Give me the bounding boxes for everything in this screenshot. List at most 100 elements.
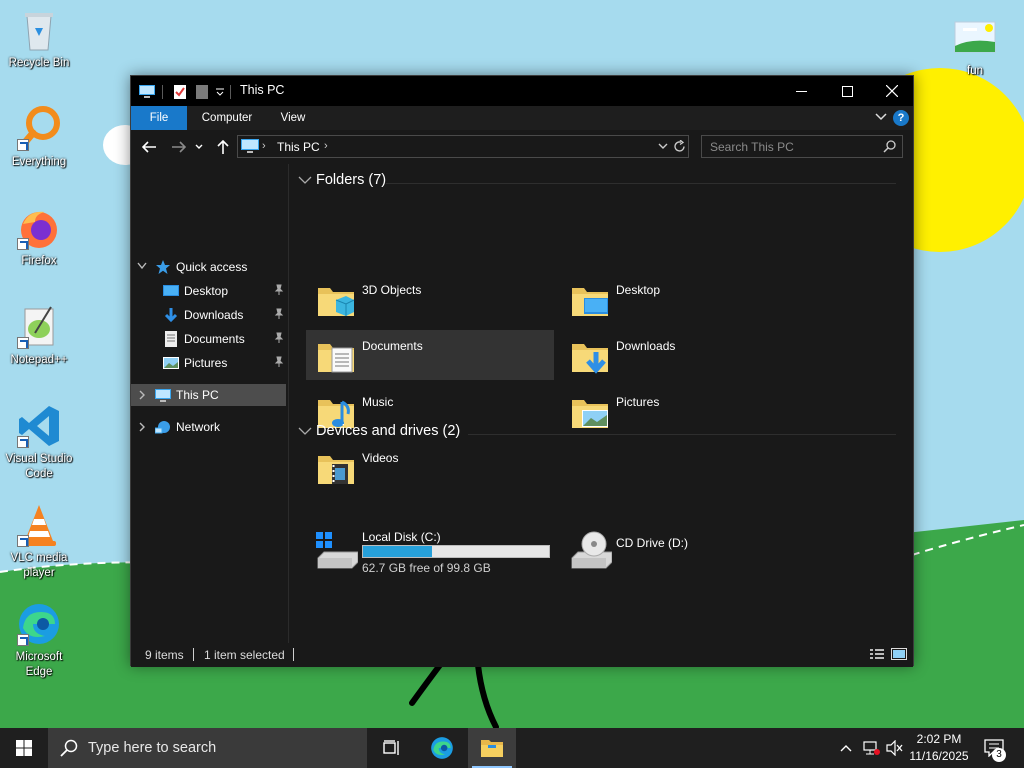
nav-quick-access[interactable]: Quick access [131, 256, 286, 278]
desktop-icon-vscode[interactable]: Visual Studio Code [1, 402, 77, 482]
breadcrumb-this-pc[interactable]: This PC [277, 140, 320, 154]
folder-3d-objects[interactable]: 3D Objects [306, 274, 554, 324]
chevron-right-icon[interactable] [138, 422, 146, 432]
edge-icon [431, 737, 453, 759]
folder-label: Desktop [616, 283, 661, 297]
star-icon [156, 260, 170, 274]
network-tray-button[interactable] [860, 728, 882, 768]
taskbar-file-explorer-button[interactable] [468, 728, 516, 768]
windows-drive-icon [316, 532, 358, 569]
desktop-icon-everything[interactable]: Everything [1, 105, 77, 170]
nav-pictures[interactable]: Pictures [131, 352, 286, 374]
new-folder-icon[interactable] [195, 84, 209, 100]
drive-local-disk-c[interactable]: Local Disk (C:) 62.7 GB free of 99.8 GB [306, 524, 554, 575]
vscode-icon [15, 402, 63, 450]
up-button[interactable] [213, 137, 233, 157]
status-separator [293, 648, 294, 661]
minimize-button[interactable] [778, 76, 824, 106]
desktop-icon-fun[interactable]: fun [937, 14, 1013, 79]
nav-network[interactable]: Network [131, 416, 286, 438]
folder-label: 3D Objects [362, 283, 422, 297]
folder-label: Downloads [616, 339, 676, 353]
chevron-down-icon [875, 113, 887, 121]
start-button[interactable] [0, 728, 48, 768]
folder-desktop[interactable]: Desktop [560, 274, 808, 324]
this-pc-icon [139, 85, 155, 98]
this-pc-icon [241, 139, 259, 153]
everything-search-icon [15, 105, 63, 153]
desktop-icon-edge[interactable]: Microsoft Edge [1, 600, 77, 680]
edge-icon [15, 600, 63, 648]
recent-locations-button[interactable] [193, 137, 205, 157]
chevron-right-icon[interactable] [138, 390, 146, 400]
documents-folder-icon [318, 344, 354, 373]
status-selection: 1 item selected [204, 648, 285, 662]
folder-label: Documents [362, 339, 423, 353]
nav-label: This PC [176, 388, 219, 402]
nav-downloads[interactable]: Downloads [131, 304, 286, 326]
search-input[interactable] [702, 136, 877, 157]
system-clock[interactable]: 2:02 PM 11/16/2025 [904, 731, 974, 765]
pin-icon [274, 308, 284, 319]
nav-label: Quick access [176, 260, 248, 274]
desktop-icon-recycle-bin[interactable]: Recycle Bin [1, 6, 77, 71]
desktop-icon-label: Visual Studio Code [5, 453, 73, 480]
desktop-icon-vlc[interactable]: VLC media player [1, 501, 77, 581]
disk-usage-bar [362, 545, 550, 558]
search-icon [883, 140, 896, 153]
breadcrumb-separator-icon[interactable]: › [262, 140, 266, 152]
drive-label: CD Drive (D:) [616, 536, 688, 550]
breadcrumb-separator-icon[interactable]: › [324, 140, 328, 152]
back-button[interactable] [139, 137, 159, 157]
drive-cd-d[interactable]: CD Drive (D:) [560, 524, 808, 574]
show-hidden-icons-button[interactable] [836, 728, 856, 768]
help-icon[interactable]: ? [893, 110, 909, 126]
close-icon [886, 85, 898, 97]
taskbar-edge-button[interactable] [418, 728, 466, 768]
tab-file[interactable]: File [131, 106, 187, 130]
folder-documents[interactable]: Documents [306, 330, 554, 380]
group-header-devices[interactable]: Devices and drives (2) [298, 423, 460, 439]
image-file-icon [951, 14, 999, 62]
up-arrow-icon [217, 140, 229, 154]
window-title: This PC [240, 83, 285, 97]
tab-computer[interactable]: Computer [193, 106, 261, 130]
group-divider [386, 183, 896, 184]
toolbar-separator [230, 85, 231, 99]
desktop-icon-label: Everything [11, 156, 67, 168]
tab-view[interactable]: View [271, 106, 315, 130]
folder-pictures[interactable]: Pictures [560, 386, 808, 436]
taskbar-search-box[interactable]: Type here to search [48, 728, 367, 768]
desktop-icon-label: Firefox [21, 255, 57, 267]
details-view-icon[interactable] [869, 647, 885, 661]
folder-downloads[interactable]: Downloads [560, 330, 808, 380]
expand-ribbon-button[interactable] [875, 110, 887, 125]
nav-this-pc[interactable]: This PC [131, 384, 286, 406]
disk-usage-fill [363, 546, 433, 557]
search-box[interactable] [701, 135, 903, 158]
group-title: Devices and drives (2) [316, 423, 461, 439]
navigation-bar: › This PC › [131, 130, 913, 164]
group-header-folders[interactable]: Folders (7) [298, 172, 386, 188]
properties-icon[interactable] [173, 84, 187, 100]
action-center-button[interactable] [980, 728, 1008, 768]
chevron-down-icon[interactable] [137, 262, 147, 270]
address-dropdown-icon[interactable] [658, 143, 668, 150]
nav-desktop[interactable]: Desktop [131, 280, 286, 302]
folder-label: Videos [362, 451, 399, 465]
nav-documents[interactable]: Documents [131, 328, 286, 350]
task-view-button[interactable] [368, 728, 416, 768]
maximize-button[interactable] [824, 76, 870, 106]
customize-toolbar-icon[interactable] [215, 87, 225, 97]
address-bar[interactable]: › This PC › [237, 135, 689, 158]
refresh-icon[interactable] [674, 140, 686, 153]
desktop-icon-notepad-plus-plus[interactable]: Notepad++ [1, 303, 77, 368]
folder-videos[interactable]: Videos [306, 442, 554, 492]
close-button[interactable] [869, 76, 915, 106]
volume-tray-button[interactable] [884, 728, 906, 768]
desktop-icon-firefox[interactable]: Firefox [1, 204, 77, 269]
forward-button[interactable] [169, 137, 189, 157]
folder-label: Music [362, 395, 394, 409]
group-title: Folders (7) [316, 172, 387, 188]
large-icons-view-icon[interactable] [891, 647, 907, 661]
